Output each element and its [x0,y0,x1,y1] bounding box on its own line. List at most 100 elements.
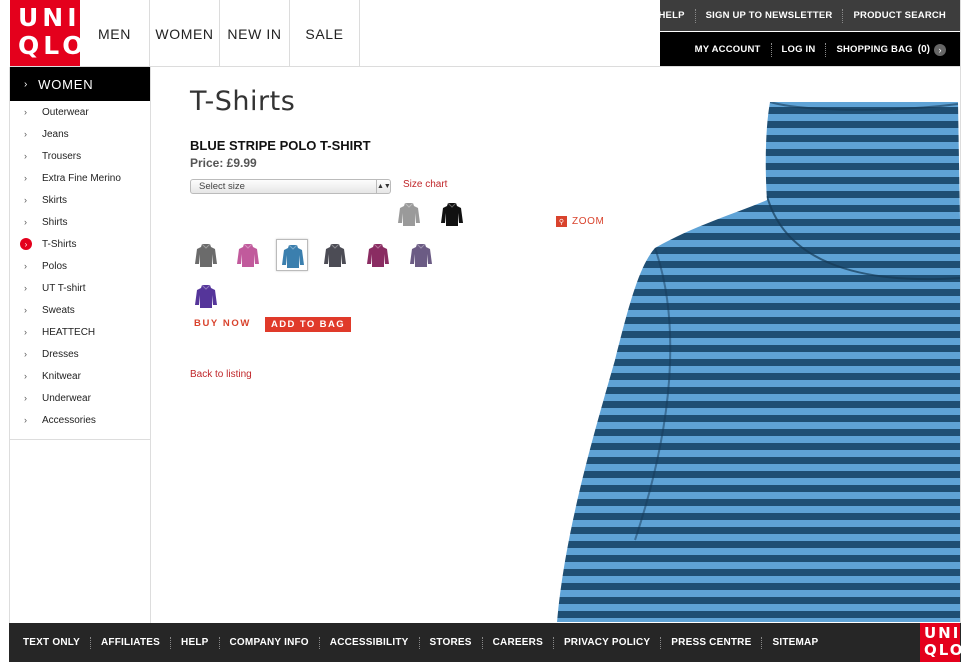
uniqlo-logo[interactable]: UNI QLO [10,0,88,66]
color-swatch-mauve[interactable] [405,239,437,271]
footer-link-company-info[interactable]: COMPANY INFO [230,637,309,648]
chevron-right-icon: › [24,393,27,403]
sidebar-item-underwear[interactable]: › Underwear [10,387,150,409]
sidebar-item-jeans[interactable]: › Jeans [10,123,150,145]
nav-men[interactable]: MEN [80,0,150,67]
log-in-link[interactable]: LOG IN [782,44,816,55]
chevron-right-icon: › [24,327,27,337]
divider [552,636,554,649]
chevron-right-icon: › [24,173,27,183]
sidebar-heading-label: WOMEN [38,76,94,92]
footer-link-text-only[interactable]: TEXT ONLY [23,637,80,648]
header-divider [10,66,960,67]
help-link[interactable]: HELP [658,10,684,21]
utility-nav-top: HELP SIGN UP TO NEWSLETTER PRODUCT SEARC… [658,0,960,31]
sidebar-item-accessories[interactable]: › Accessories [10,409,150,431]
product-search-link[interactable]: PRODUCT SEARCH [853,10,946,21]
chevron-right-icon: › [24,78,29,90]
footer-nav: TEXT ONLY AFFILIATES HELP COMPANY INFO ACCES… [9,623,961,662]
divider [825,42,827,57]
sidebar-item-label: T-Shirts [42,238,77,250]
footer-link-help[interactable]: HELP [181,637,208,648]
page-title: T-Shirts [190,86,296,117]
sidebar-item-skirts[interactable]: › Skirts [10,189,150,211]
active-chevron-icon: › [20,238,32,250]
shirt-thumbnail-icon [324,243,346,267]
my-account-link[interactable]: MY ACCOUNT [695,44,761,55]
sidebar-item-extra-fine-merino[interactable]: › Extra Fine Merino [10,167,150,189]
sidebar-heading-women[interactable]: › WOMEN [10,67,150,101]
chevron-right-icon: › [24,195,27,205]
utility-nav-bottom: MY ACCOUNT LOG IN SHOPPING BAG (0) › [660,32,960,67]
divider [660,636,662,649]
divider [170,636,172,649]
size-select[interactable]: Select size ▲▼ [190,179,391,194]
color-swatch-grey[interactable] [393,198,425,230]
footer-link-affiliates[interactable]: AFFILIATES [101,637,160,648]
back-to-listing-link[interactable]: Back to listing [190,369,252,380]
sidebar-item-label: Skirts [42,194,67,206]
chevron-right-icon: › [24,129,27,139]
chevron-right-icon: › [24,371,27,381]
sidebar-item-dresses[interactable]: › Dresses [10,343,150,365]
sidebar-item-t-shirts[interactable]: › T-Shirts [10,233,150,255]
footer-uniqlo-logo[interactable]: UNI QLO [920,623,963,662]
divider [770,42,772,57]
striped-shirt-illustration [557,102,960,622]
shirt-thumbnail-icon [195,284,217,308]
sidebar-item-label: Dresses [42,348,79,360]
size-select-value: Select size [199,181,245,192]
shirt-thumbnail-icon [441,202,463,226]
color-swatch-dark-grey[interactable] [190,239,222,271]
product-image[interactable] [555,100,960,622]
chevron-right-icon: › [24,415,27,425]
footer-link-press-centre[interactable]: PRESS CENTRE [671,637,751,648]
sidebar-item-label: Outerwear [42,106,89,118]
chevron-right-icon: › [24,151,27,161]
footer-link-accessibility[interactable]: ACCESSIBILITY [330,637,409,648]
sidebar-item-trousers[interactable]: › Trousers [10,145,150,167]
nav-women[interactable]: WOMEN [150,0,220,67]
color-swatch-charcoal[interactable] [319,239,351,271]
color-swatch-purple[interactable] [190,280,222,312]
shopping-bag-link[interactable]: SHOPPING BAG [836,44,912,55]
sidebar-item-knitwear[interactable]: › Knitwear [10,365,150,387]
footer-link-stores[interactable]: STORES [430,637,472,648]
buy-now-button[interactable]: BUY NOW [194,318,251,329]
sidebar-item-label: Jeans [42,128,69,140]
sidebar-item-outerwear[interactable]: › Outerwear [10,101,150,123]
sidebar-item-ut-t-shirt[interactable]: › UT T-shirt [10,277,150,299]
add-to-bag-button[interactable]: ADD TO BAG [265,317,351,332]
newsletter-link[interactable]: SIGN UP TO NEWSLETTER [706,10,833,21]
sidebar-item-label: Extra Fine Merino [42,172,121,184]
divider [842,8,844,23]
sidebar-item-label: UT T-shirt [42,282,86,294]
color-swatch-black[interactable] [436,198,468,230]
sidebar-list: › Outerwear › Jeans › Trousers › Extra Fine Mer… [10,101,150,440]
chevron-right-icon: › [24,349,27,359]
sidebar-item-shirts[interactable]: › Shirts [10,211,150,233]
footer-link-careers[interactable]: CAREERS [493,637,543,648]
shirt-thumbnail-icon [410,243,432,267]
sidebar-item-polos[interactable]: › Polos [10,255,150,277]
color-swatch-plum[interactable] [362,239,394,271]
color-swatch-blue[interactable] [276,239,308,271]
sidebar-item-label: HEATTECH [42,326,96,338]
size-chart-link[interactable]: Size chart [403,179,447,190]
footer-link-privacy-policy[interactable]: PRIVACY POLICY [564,637,650,648]
logo-line-1: UNI [18,3,81,32]
logo-line-2: QLO [18,31,88,60]
color-swatch-pink[interactable] [232,239,264,271]
sidebar-item-heattech[interactable]: › HEATTECH [10,321,150,343]
sidebar-item-sweats[interactable]: › Sweats [10,299,150,321]
divider [90,636,91,649]
chevron-right-icon[interactable]: › [934,43,946,56]
shirt-thumbnail-icon [195,243,217,267]
shirt-thumbnail-icon [398,202,420,226]
chevron-right-icon: › [24,283,27,293]
nav-new-in[interactable]: NEW IN [220,0,290,67]
nav-sale[interactable]: SALE [290,0,360,67]
divider [218,636,220,649]
product-name: BLUE STRIPE POLO T-SHIRT [190,138,371,153]
footer-link-sitemap[interactable]: SITEMAP [772,637,818,648]
